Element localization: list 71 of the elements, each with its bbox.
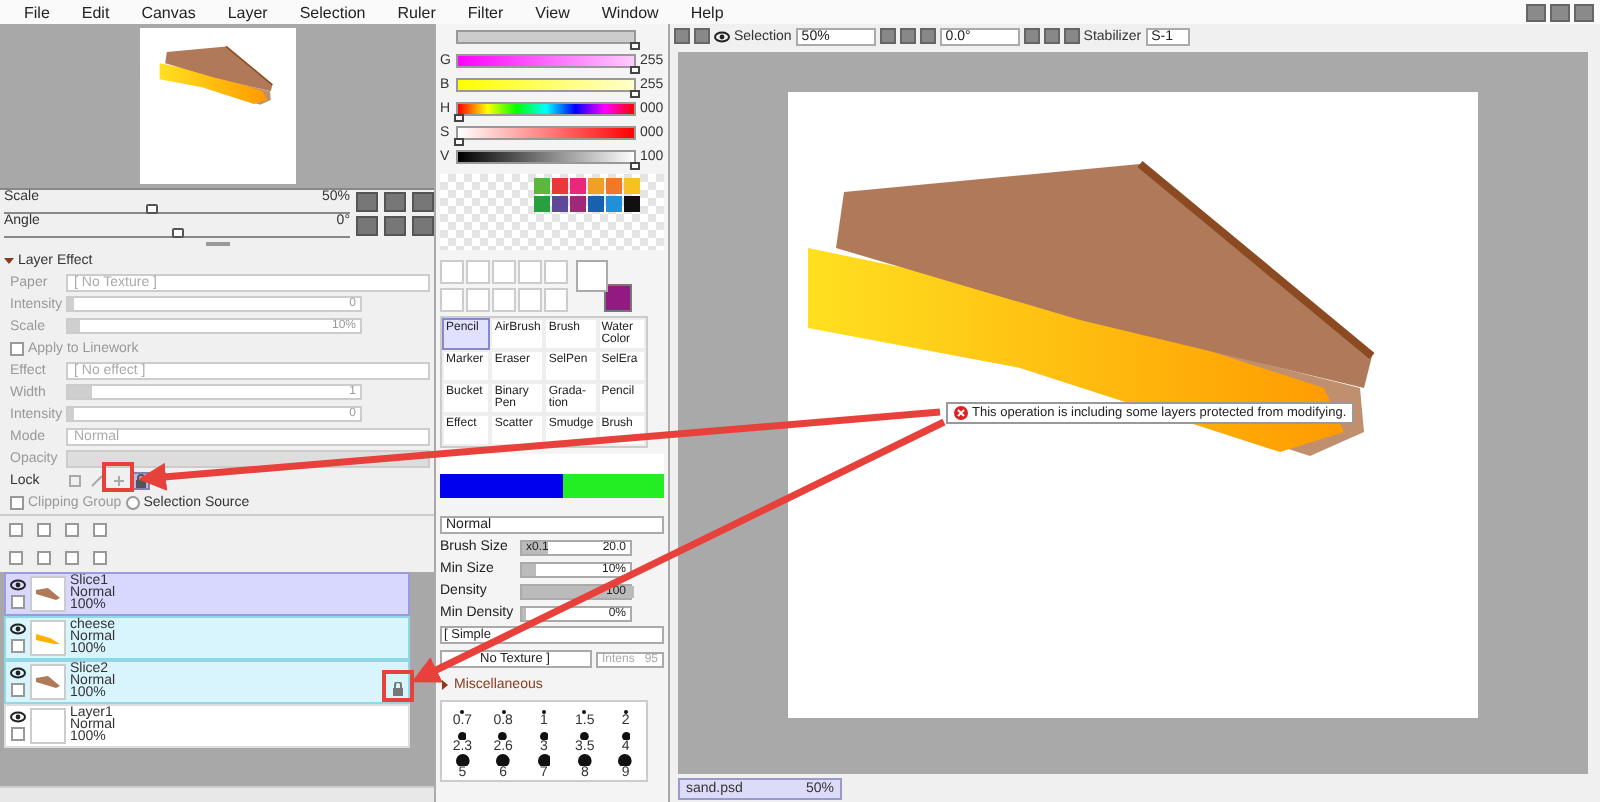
menu-item[interactable]: Filter xyxy=(451,3,520,21)
menu-item[interactable]: Help xyxy=(674,3,740,21)
cheese-thumbnail xyxy=(34,630,62,647)
menu-item[interactable]: Edit xyxy=(65,3,126,21)
reset-button[interactable] xyxy=(412,191,434,212)
reset-button[interactable] xyxy=(412,215,434,236)
zoom-in-button[interactable] xyxy=(384,215,406,236)
color-swatch[interactable] xyxy=(606,196,622,212)
caret-icon[interactable] xyxy=(440,680,450,690)
color-swatch[interactable] xyxy=(570,196,586,212)
menu-item[interactable]: Window xyxy=(585,3,675,21)
eye-icon[interactable] xyxy=(714,29,730,43)
color-swatch[interactable] xyxy=(534,178,550,194)
slice-thumbnail xyxy=(34,586,62,603)
maximize-button[interactable] xyxy=(1550,3,1570,21)
color-swatch[interactable] xyxy=(570,178,586,194)
angle-slider[interactable] xyxy=(4,227,350,238)
zoom-in-button[interactable] xyxy=(384,191,406,212)
sandwich-drawing xyxy=(157,40,277,108)
close-button[interactable] xyxy=(1574,3,1594,21)
color-swatch[interactable] xyxy=(588,196,604,212)
reset-button[interactable] xyxy=(1063,28,1080,44)
slider-thumb[interactable] xyxy=(630,41,640,49)
zoom-in-button[interactable] xyxy=(899,28,916,44)
primary-color[interactable] xyxy=(576,260,608,292)
layer-checkbox[interactable] xyxy=(10,682,26,699)
scale-slider[interactable] xyxy=(4,203,350,214)
color-swatch[interactable] xyxy=(534,196,550,212)
eye-icon[interactable] xyxy=(10,622,26,637)
zoom-out-button[interactable] xyxy=(356,215,378,236)
eye-icon[interactable] xyxy=(10,578,26,593)
secondary-color[interactable] xyxy=(604,284,632,312)
slider-thumb[interactable] xyxy=(630,161,640,169)
slice-thumbnail xyxy=(34,674,62,691)
eye-icon[interactable] xyxy=(10,710,26,725)
slider-thumb[interactable] xyxy=(630,89,640,97)
navigator-view[interactable] xyxy=(0,24,434,190)
lock-icon xyxy=(392,682,404,697)
color-swatch[interactable] xyxy=(552,196,568,212)
minimize-button[interactable] xyxy=(1526,3,1546,21)
layer-checkbox[interactable] xyxy=(10,638,26,655)
slider-thumb[interactable] xyxy=(454,137,464,145)
menu-item[interactable]: Layer xyxy=(211,3,284,21)
canvas-paper[interactable] xyxy=(788,92,1478,718)
color-swatch[interactable] xyxy=(552,178,568,194)
checkbox[interactable] xyxy=(10,341,24,356)
caret-icon[interactable] xyxy=(4,255,14,266)
zoom-out-button[interactable] xyxy=(356,191,378,212)
eye-icon[interactable] xyxy=(10,666,26,681)
slider-thumb[interactable] xyxy=(630,65,640,73)
menu-item[interactable]: Ruler xyxy=(381,3,452,21)
menu-item[interactable]: Canvas xyxy=(125,3,212,21)
color-swatch[interactable] xyxy=(624,196,640,212)
color-swatch[interactable] xyxy=(606,178,622,194)
slider-thumb[interactable] xyxy=(171,227,183,238)
checkbox[interactable] xyxy=(10,495,24,510)
color-swatch[interactable] xyxy=(624,178,640,194)
slider-thumb[interactable] xyxy=(146,203,159,214)
menu-item[interactable]: Selection xyxy=(283,3,382,21)
layer-thumbnail xyxy=(30,708,66,745)
menu-item[interactable]: File xyxy=(8,3,66,21)
reset-button[interactable] xyxy=(919,28,936,44)
slider-thumb[interactable] xyxy=(454,113,464,121)
layer-checkbox[interactable] xyxy=(10,594,26,611)
highlight-frame xyxy=(382,670,414,702)
menu-item[interactable]: View xyxy=(519,3,586,21)
color-swatch[interactable] xyxy=(588,178,604,194)
layer-checkbox[interactable] xyxy=(10,726,26,743)
resize-handle[interactable] xyxy=(205,241,229,246)
radio-button[interactable] xyxy=(125,495,140,510)
zoom-out-button[interactable] xyxy=(879,28,896,44)
